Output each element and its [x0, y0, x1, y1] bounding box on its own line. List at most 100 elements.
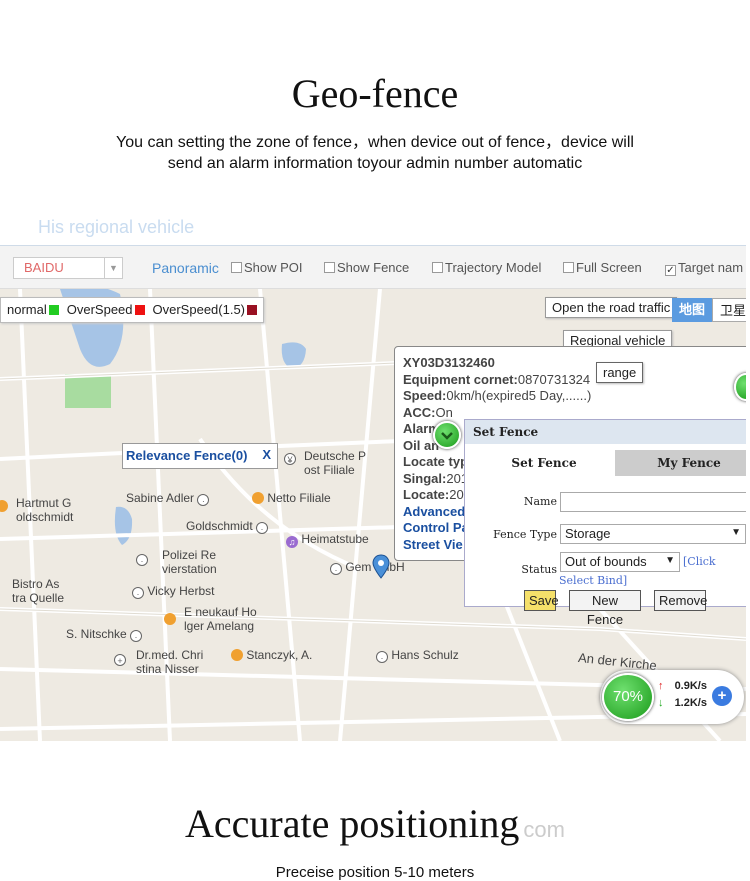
- full-screen-toggle[interactable]: Full Screen: [563, 260, 642, 275]
- plus-icon[interactable]: +: [712, 686, 732, 706]
- poi-sabine-adler[interactable]: Sabine Adler ·: [126, 491, 210, 506]
- poi-label: Goldschmidt: [186, 519, 253, 533]
- upload-speed-value: 0.9K/s: [674, 680, 707, 692]
- poi-vicky-herbst[interactable]: · Vicky Herbst: [132, 584, 214, 599]
- fence-type-value: Storage: [565, 526, 611, 541]
- poi-nitschke[interactable]: S. Nitschke ·: [66, 627, 143, 642]
- poi-label: ost Filiale: [304, 463, 355, 477]
- map-type-satellite-tab[interactable]: 卫星: [712, 298, 746, 322]
- pin-icon: ·: [330, 563, 342, 575]
- fence-name-input[interactable]: [560, 492, 746, 512]
- poi-label: Hans Schulz: [391, 648, 459, 662]
- map-source-select[interactable]: BAIDU ▼: [13, 257, 123, 279]
- full-screen-label: Full Screen: [576, 260, 642, 275]
- poi-bistro[interactable]: Bistro As tra Quelle: [12, 577, 64, 605]
- status-label: Status: [521, 563, 557, 576]
- section-subtitle: Preceise position 5-10 meters: [275, 864, 475, 881]
- poi-hartmut[interactable]: Hartmut Goldschmidt: [0, 496, 73, 524]
- poi-eneukauf[interactable]: E neukauf Ho lger Amelang: [164, 605, 257, 633]
- description-line-2: send an alarm information toyour admin n…: [167, 155, 583, 172]
- trajectory-model-toggle[interactable]: Trajectory Model: [432, 260, 541, 275]
- fence-type-label: Fence Type: [493, 528, 557, 541]
- map-source-value: BAIDU: [24, 260, 64, 275]
- select-bind-link-part2[interactable]: Select Bind]: [559, 574, 627, 587]
- info-label: Locate typ: [403, 454, 469, 469]
- poi-label: tra Quelle: [12, 591, 65, 605]
- new-fence-button[interactable]: New Fence: [569, 590, 641, 627]
- fence-type-select[interactable]: Storage ▼: [560, 524, 746, 544]
- tab-my-fence[interactable]: My Fence: [615, 450, 746, 476]
- poi-label: Deutsche P: [304, 449, 367, 463]
- poi-hans-schulz[interactable]: · Hans Schulz: [376, 648, 459, 663]
- page-title: Geo-fence: [291, 71, 459, 116]
- save-button[interactable]: Save: [524, 590, 559, 611]
- medical-icon: +: [114, 654, 126, 666]
- poi-deutsche-post[interactable]: ¥ Deutsche Post Filiale: [284, 449, 366, 477]
- poi-label: Stanczyk, A.: [246, 648, 313, 662]
- fence-tabs: Set Fence My Fence: [473, 450, 746, 476]
- tab-set-fence[interactable]: Set Fence: [473, 450, 615, 476]
- poi-label: lger Amelang: [184, 619, 255, 633]
- poi-label: vierstation: [162, 562, 217, 576]
- show-poi-toggle[interactable]: Show POI: [231, 260, 303, 275]
- map-type-map-tab[interactable]: 地图: [672, 298, 713, 322]
- poi-heimatstube[interactable]: ♫ Heimatstube: [286, 532, 369, 548]
- legend-normal-label: normal: [7, 302, 47, 317]
- device-id: XY03D3132460: [403, 355, 495, 370]
- shop-icon: [231, 649, 243, 661]
- poi-polizei[interactable]: · Polizei Re vierstation: [136, 548, 217, 576]
- poi-label: Hartmut G: [16, 496, 72, 510]
- poi-label: stina Nisser: [136, 662, 199, 676]
- normal-swatch: [48, 305, 59, 315]
- select-bind-link-part1[interactable]: [Click: [683, 555, 716, 568]
- remove-button[interactable]: Remove: [654, 590, 707, 611]
- poi-netto[interactable]: Netto Filiale: [252, 491, 331, 505]
- download-speed-value: 1.2K/s: [674, 697, 707, 709]
- overspeed-swatch: [134, 305, 145, 315]
- relevance-fence-panel[interactable]: Relevance Fence(0) X: [122, 443, 278, 469]
- pin-icon: ·: [136, 554, 148, 566]
- show-fence-toggle[interactable]: Show Fence: [324, 260, 409, 275]
- speed-legend: normal OverSpeed OverSpeed(1.5): [0, 297, 265, 323]
- poi-gem-gmbh[interactable]: · Gem mbH: [330, 560, 405, 575]
- poi-label: Sabine Adler: [126, 491, 195, 505]
- close-icon[interactable]: X: [262, 447, 271, 462]
- poi-drmed[interactable]: + Dr.med. Chri stina Nisser: [114, 648, 203, 676]
- poi-label: Polizei Re: [162, 548, 217, 562]
- poi-label: Heimatstube: [301, 532, 369, 546]
- chevron-down-icon: ▼: [104, 258, 122, 278]
- poi-label: Netto Filiale: [267, 491, 331, 505]
- target-name-toggle[interactable]: ✓ Target nam: [665, 260, 743, 276]
- post-icon: ¥: [284, 453, 296, 465]
- arrow-up-icon: ↑: [658, 680, 664, 692]
- info-value: 0870731324: [517, 371, 591, 387]
- pin-icon: ·: [197, 494, 210, 506]
- status-indicator-icon[interactable]: [433, 421, 461, 449]
- map-toolbar: BAIDU ▼ Panoramic Show POI Show Fence Tr…: [0, 245, 746, 289]
- feature-description: You can setting the zone of fence，when d…: [60, 132, 690, 174]
- checkbox-icon: [231, 262, 242, 273]
- pin-icon: ·: [256, 522, 269, 534]
- download-speed: ↓ 1.2K/s: [658, 697, 707, 709]
- pin-icon: ·: [130, 630, 143, 642]
- poi-label: Vicky Herbst: [147, 584, 215, 598]
- vehicle-location-pin-icon[interactable]: [372, 554, 390, 580]
- poi-label: Dr.med. Chri: [136, 648, 204, 662]
- chevron-down-icon: [441, 432, 453, 440]
- watermark: com: [523, 817, 565, 842]
- panoramic-link[interactable]: Panoramic: [152, 260, 219, 276]
- poi-label: E neukauf Ho: [184, 605, 257, 619]
- pin-icon: ·: [132, 587, 144, 599]
- road-traffic-button[interactable]: Open the road traffic: [545, 297, 678, 318]
- info-value: On: [435, 404, 453, 420]
- poi-goldschmidt[interactable]: Goldschmidt ·: [186, 519, 269, 534]
- memory-percent[interactable]: 70%: [602, 673, 654, 721]
- music-icon: ♫: [286, 536, 298, 548]
- range-button[interactable]: range: [596, 362, 644, 383]
- set-fence-dialog: Set Fence Set Fence My Fence Name Fence …: [464, 419, 746, 627]
- checkbox-icon: [324, 262, 335, 273]
- poi-stanczyk[interactable]: Stanczyk, A.: [231, 648, 312, 662]
- status-select[interactable]: Out of bounds ▼: [560, 552, 680, 572]
- info-label: ACC:: [403, 404, 436, 420]
- show-poi-label: Show POI: [244, 260, 303, 275]
